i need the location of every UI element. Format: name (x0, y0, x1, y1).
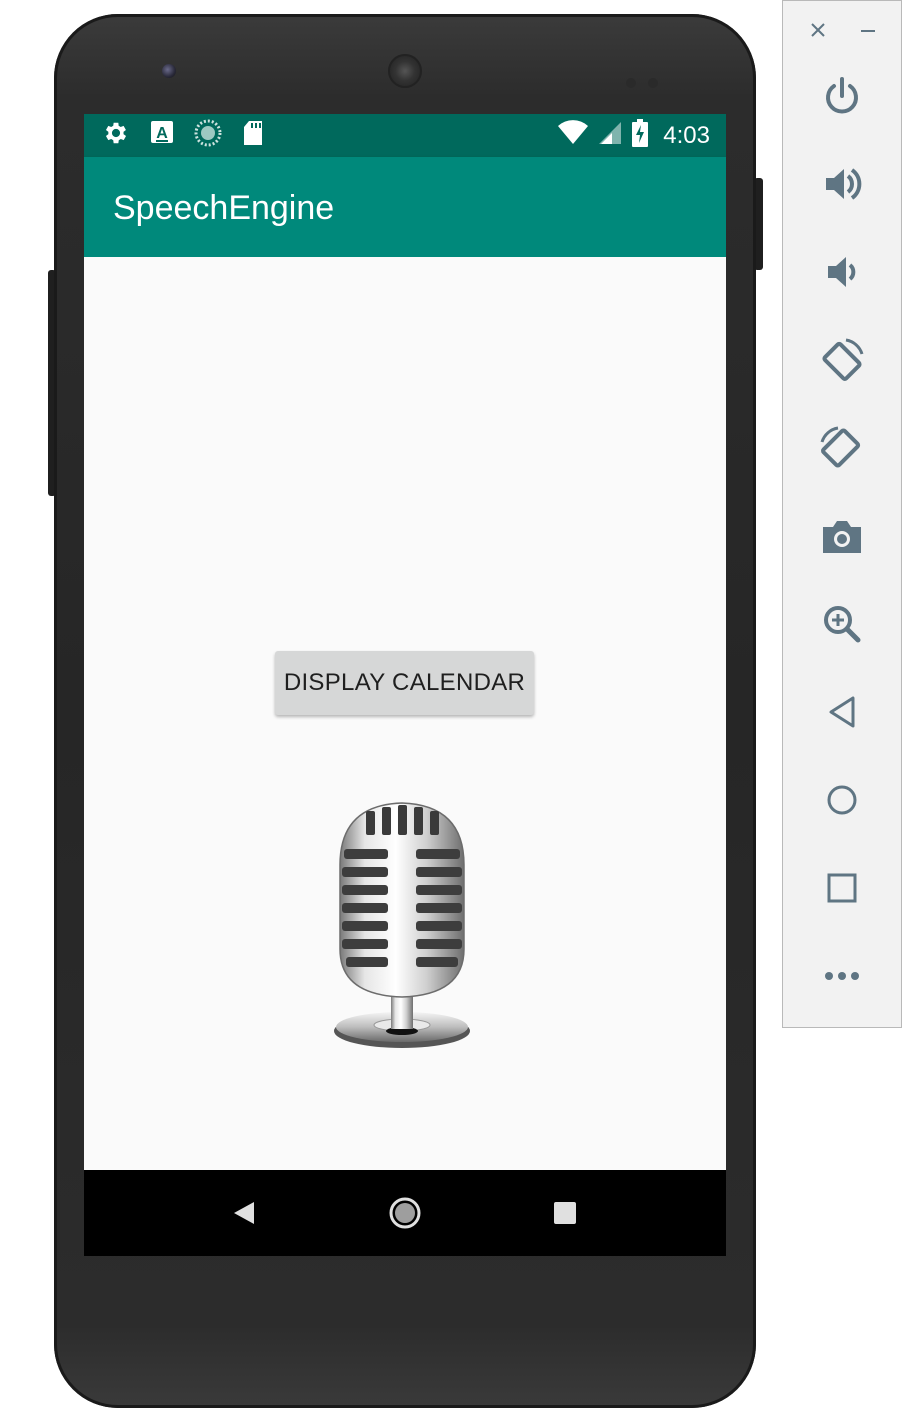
recents-icon[interactable] (554, 1202, 576, 1229)
device-screen: A 4:03 SpeechEngine DISPLAY CALENDAR (84, 114, 726, 1256)
app-bar: SpeechEngine (84, 157, 726, 257)
clock: 4:03 (663, 121, 710, 149)
back-icon[interactable] (232, 1200, 256, 1231)
light-sensor (648, 78, 658, 88)
app-title: SpeechEngine (113, 189, 335, 227)
proximity-sensor (626, 78, 636, 88)
microphone-image[interactable] (330, 799, 474, 1051)
minimize-icon[interactable] (853, 15, 883, 45)
earpiece-speaker (388, 54, 422, 88)
battery-charging-icon (631, 119, 649, 152)
volume-up-icon[interactable] (813, 155, 871, 213)
front-camera (162, 64, 176, 78)
main-content: DISPLAY CALENDAR (84, 257, 726, 1170)
keyboard-a-icon: A (150, 120, 174, 151)
sync-circle-icon (194, 119, 222, 152)
emulator-toolbar (782, 0, 902, 1028)
cell-signal-icon (597, 120, 623, 151)
volume-down-icon[interactable] (813, 243, 871, 301)
rotate-left-icon[interactable] (813, 331, 871, 389)
overview-icon[interactable] (813, 859, 871, 917)
settings-icon (102, 119, 130, 152)
display-calendar-button[interactable]: DISPLAY CALENDAR (275, 651, 534, 715)
home-icon[interactable] (813, 771, 871, 829)
rotate-right-icon[interactable] (813, 419, 871, 477)
zoom-icon[interactable] (813, 595, 871, 653)
status-bar: A 4:03 (84, 114, 726, 157)
sd-card-icon (242, 120, 264, 151)
back-icon[interactable] (813, 683, 871, 741)
wifi-icon (557, 120, 589, 151)
close-icon[interactable] (803, 15, 833, 45)
more-icon[interactable] (813, 947, 871, 1005)
svg-text:A: A (156, 125, 168, 142)
camera-icon[interactable] (813, 507, 871, 565)
navigation-bar (84, 1170, 726, 1256)
home-icon[interactable] (388, 1196, 422, 1235)
power-icon[interactable] (813, 67, 871, 125)
